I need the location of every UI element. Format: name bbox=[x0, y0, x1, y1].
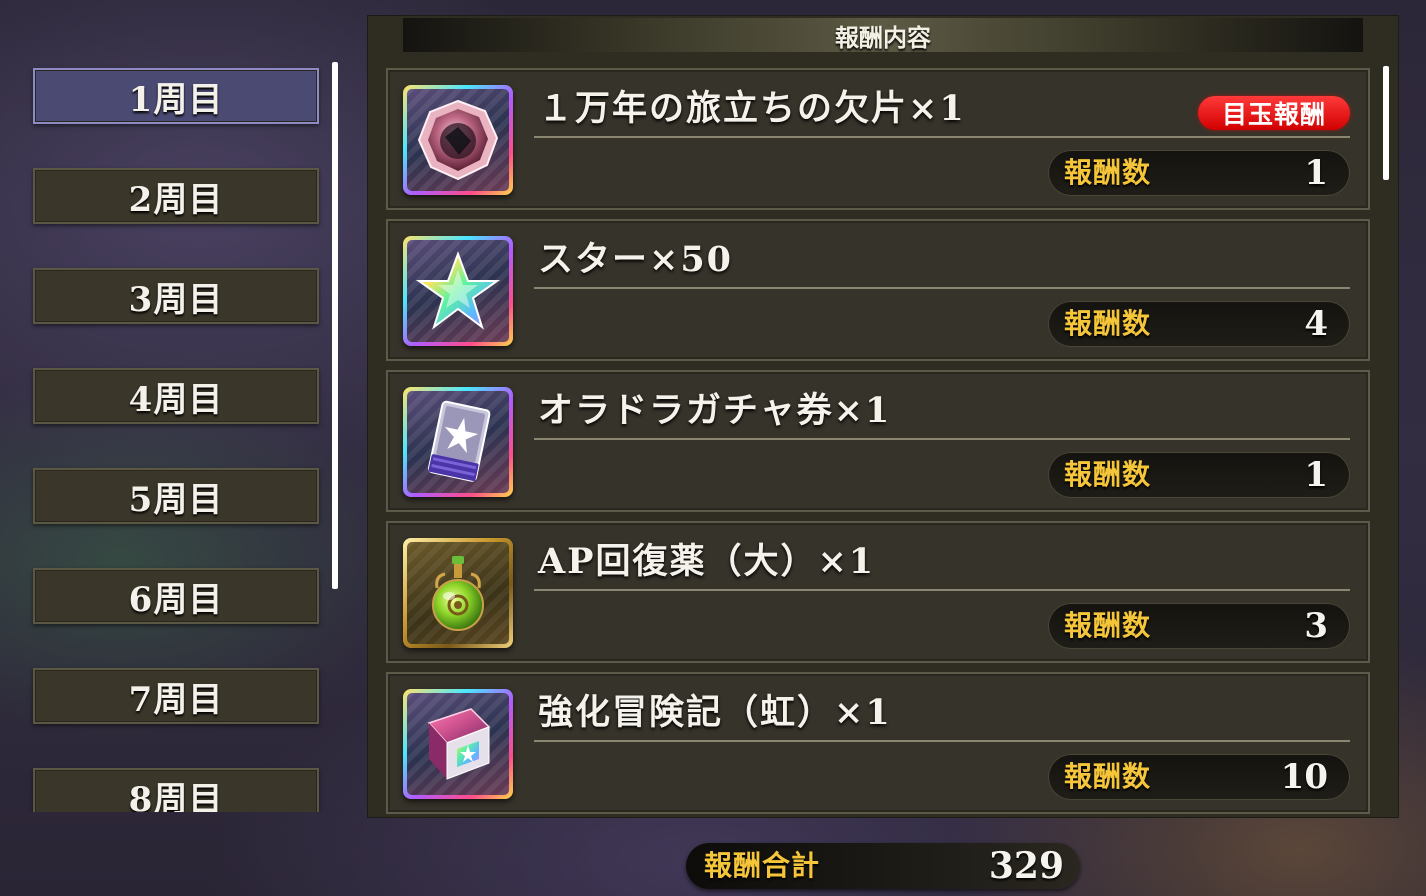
reward-count: 報酬数 10 bbox=[1048, 754, 1350, 800]
reward-count: 報酬数 1 bbox=[1048, 150, 1350, 196]
gacha-ticket-icon bbox=[403, 387, 513, 497]
tab-round-1[interactable]: 1周目 bbox=[33, 68, 319, 124]
featured-reward-badge: 目玉報酬 bbox=[1198, 96, 1350, 130]
reward-name: 強化冒険記（虹）×1 bbox=[538, 692, 892, 733]
reward-count-value: 10 bbox=[1280, 757, 1328, 797]
tab-round-7[interactable]: 7周目 bbox=[33, 668, 319, 724]
rainbow-star-icon bbox=[403, 236, 513, 346]
divider bbox=[534, 136, 1350, 138]
adventure-book-icon bbox=[403, 689, 513, 799]
reward-count: 報酬数 1 bbox=[1048, 452, 1350, 498]
reward-total: 報酬合計 329 bbox=[686, 843, 1080, 889]
reward-count-value: 4 bbox=[1304, 304, 1328, 344]
reward-total-label: 報酬合計 bbox=[704, 849, 821, 882]
potion-icon bbox=[403, 538, 513, 648]
reward-list-scrollbar[interactable] bbox=[1383, 66, 1389, 180]
tab-scrollbar[interactable] bbox=[332, 62, 338, 589]
round-tab-list: 1周目 2周目 3周目 4周目 5周目 6周目 7周目 8周目 bbox=[0, 0, 330, 812]
reward-item[interactable]: スター×50 報酬数 4 bbox=[386, 219, 1370, 361]
reward-count-label: 報酬数 bbox=[1064, 156, 1152, 189]
reward-total-value: 329 bbox=[988, 845, 1064, 887]
divider bbox=[534, 287, 1350, 289]
reward-count-value: 3 bbox=[1304, 606, 1328, 646]
reward-count-label: 報酬数 bbox=[1064, 307, 1152, 340]
panel-title: 報酬内容 bbox=[403, 18, 1363, 52]
reward-list: １万年の旅立ちの欠片×1 目玉報酬 報酬数 1 スター×50 報酬数 4 オラド… bbox=[368, 64, 1400, 816]
reward-panel: 報酬内容 １万年の旅立ちの欠片×1 目玉報酬 報酬数 1 スター×50 報酬数 … bbox=[367, 15, 1399, 818]
tab-round-5[interactable]: 5周目 bbox=[33, 468, 319, 524]
divider bbox=[534, 589, 1350, 591]
tab-round-4[interactable]: 4周目 bbox=[33, 368, 319, 424]
divider bbox=[534, 740, 1350, 742]
reward-count-label: 報酬数 bbox=[1064, 760, 1152, 793]
tab-round-2[interactable]: 2周目 bbox=[33, 168, 319, 224]
reward-count-value: 1 bbox=[1304, 153, 1328, 193]
reward-item[interactable]: 強化冒険記（虹）×1 報酬数 10 bbox=[386, 672, 1370, 814]
tab-round-3[interactable]: 3周目 bbox=[33, 268, 319, 324]
tab-round-6[interactable]: 6周目 bbox=[33, 568, 319, 624]
reward-item[interactable]: AP回復薬（大）×1 報酬数 3 bbox=[386, 521, 1370, 663]
divider bbox=[534, 438, 1350, 440]
reward-name: スター×50 bbox=[538, 239, 734, 280]
crystal-shard-icon bbox=[403, 85, 513, 195]
reward-name: AP回復薬（大）×1 bbox=[538, 541, 876, 582]
reward-count: 報酬数 3 bbox=[1048, 603, 1350, 649]
reward-item[interactable]: オラドラガチャ券×1 報酬数 1 bbox=[386, 370, 1370, 512]
reward-count-label: 報酬数 bbox=[1064, 609, 1152, 642]
reward-count: 報酬数 4 bbox=[1048, 301, 1350, 347]
reward-item[interactable]: １万年の旅立ちの欠片×1 目玉報酬 報酬数 1 bbox=[386, 68, 1370, 210]
reward-name: オラドラガチャ券×1 bbox=[538, 390, 892, 431]
tab-round-8[interactable]: 8周目 bbox=[33, 768, 319, 812]
reward-name: １万年の旅立ちの欠片×1 bbox=[538, 88, 966, 129]
reward-count-label: 報酬数 bbox=[1064, 458, 1152, 491]
reward-count-value: 1 bbox=[1304, 455, 1328, 495]
